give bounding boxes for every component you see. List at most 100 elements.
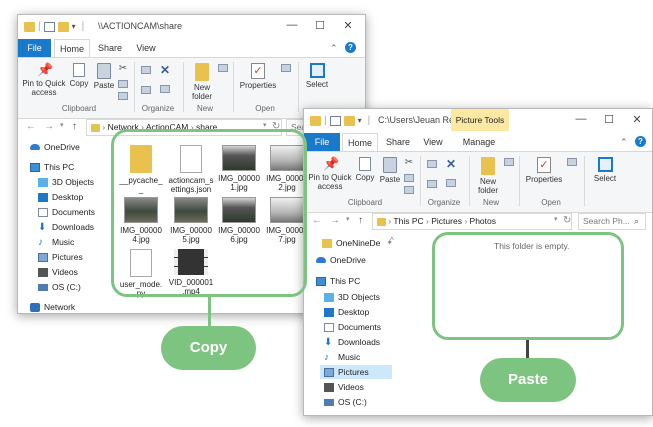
tab-manage[interactable]: Manage — [454, 133, 504, 151]
back-icon[interactable]: ← — [312, 215, 322, 226]
nav-videos[interactable]: Videos — [38, 265, 78, 279]
refresh-icon[interactable]: ↻ — [563, 215, 571, 226]
copy-path-button[interactable] — [117, 80, 129, 90]
address-dropdown-icon[interactable]: ▾ — [554, 215, 558, 223]
copy-button[interactable]: Copy — [354, 157, 376, 182]
delete-button[interactable]: ✕ — [158, 64, 172, 78]
close-button[interactable]: ✕ — [625, 113, 649, 126]
breadcrumb-this-pc[interactable]: This PC — [393, 216, 423, 226]
nav-os-c[interactable]: OS (C:) — [324, 395, 367, 409]
properties-button[interactable]: ✓ Properties — [524, 157, 564, 184]
nav-label: Pictures — [52, 252, 83, 262]
nav-pictures[interactable]: Pictures — [38, 250, 83, 264]
tab-file[interactable]: File — [304, 133, 340, 151]
search-icon[interactable]: ⌕ — [634, 216, 639, 227]
forward-icon[interactable]: → — [44, 121, 54, 132]
copy-to-button[interactable] — [139, 86, 153, 96]
close-button[interactable]: ✕ — [336, 19, 360, 32]
up-icon[interactable]: ↑ — [358, 215, 363, 226]
title-bar[interactable]: | ▾ | C:\Users\Jeuan Rees\... Picture To… — [304, 109, 652, 133]
open-button[interactable] — [566, 158, 578, 168]
nav-label: OS (C:) — [52, 282, 81, 292]
copy-path-icon — [404, 174, 414, 182]
nav-desktop[interactable]: Desktop — [38, 190, 83, 204]
tab-file[interactable]: File — [18, 39, 51, 57]
help-icon[interactable]: ? — [635, 136, 646, 147]
nav-this-pc[interactable]: This PC — [316, 274, 360, 288]
nav-onedrive[interactable]: OneDrive — [30, 140, 80, 154]
nav-onedrive[interactable]: OneDrive — [316, 253, 366, 267]
nav-documents[interactable]: Documents — [324, 320, 381, 334]
nav-pictures[interactable]: Pictures — [320, 365, 392, 379]
title-bar[interactable]: | ▾ | \\ACTIONCAM\share — ☐ ✕ — [18, 15, 365, 39]
new-item-button[interactable] — [503, 158, 515, 168]
breadcrumb-pictures[interactable]: Pictures — [431, 216, 462, 226]
recent-dropdown-icon[interactable]: ▾ — [60, 121, 64, 129]
address-dropdown-icon[interactable]: ▾ — [263, 121, 267, 129]
tab-share[interactable]: Share — [92, 39, 128, 57]
nav-network[interactable]: Network — [30, 300, 75, 313]
nav-downloads[interactable]: ⬇ Downloads — [38, 220, 94, 234]
rename-button[interactable] — [444, 179, 458, 189]
cut-button[interactable]: ✂ — [117, 64, 129, 75]
paste-button[interactable]: Paste — [92, 63, 116, 90]
nav-videos[interactable]: Videos — [324, 380, 364, 394]
paste-button[interactable]: Paste — [378, 157, 402, 184]
select-button[interactable]: Select — [591, 157, 619, 183]
copy-to-button[interactable] — [425, 180, 439, 190]
properties-qa-icon[interactable] — [43, 21, 55, 32]
select-button[interactable]: Select — [303, 63, 331, 89]
paste-label: Paste — [93, 81, 115, 90]
new-folder-qa-icon[interactable] — [343, 115, 355, 126]
minimize-button[interactable]: — — [280, 19, 304, 31]
open-button[interactable] — [280, 64, 292, 74]
up-icon[interactable]: ↑ — [72, 121, 77, 132]
tab-share[interactable]: Share — [380, 133, 416, 151]
nav-this-pc[interactable]: This PC — [30, 160, 74, 174]
nav-3d-objects[interactable]: 3D Objects — [324, 290, 380, 304]
nav-documents[interactable]: Documents — [38, 205, 95, 219]
nav-os-c[interactable]: OS (C:) — [38, 280, 81, 294]
nav-downloads[interactable]: ⬇ Downloads — [324, 335, 380, 349]
breadcrumb-photos[interactable]: Photos — [470, 216, 496, 226]
nav-3d-objects[interactable]: 3D Objects — [38, 175, 94, 189]
copy-path-button[interactable] — [403, 174, 415, 184]
new-item-button[interactable] — [217, 64, 229, 74]
cut-button[interactable]: ✂ — [403, 158, 415, 169]
help-icon[interactable]: ? — [345, 42, 356, 53]
nav-music[interactable]: ♪ Music — [38, 235, 74, 249]
tab-home[interactable]: Home — [54, 39, 90, 57]
maximize-button[interactable]: ☐ — [308, 19, 332, 32]
forward-icon[interactable]: → — [330, 215, 340, 226]
nav-music[interactable]: ♪ Music — [324, 350, 360, 364]
tab-view[interactable]: View — [416, 133, 450, 151]
rename-button[interactable] — [158, 85, 172, 95]
tab-home[interactable]: Home — [342, 133, 378, 151]
minimize-button[interactable]: — — [569, 113, 593, 125]
collapse-ribbon-icon[interactable]: ⌃ — [620, 137, 628, 148]
recent-dropdown-icon[interactable]: ▾ — [346, 215, 350, 223]
paste-shortcut-button[interactable] — [117, 92, 129, 102]
pin-to-quick-access-button[interactable]: 📌 Pin to Quick access — [22, 63, 66, 98]
maximize-button[interactable]: ☐ — [597, 113, 621, 126]
collapse-ribbon-icon[interactable]: ⌃ — [330, 43, 338, 54]
new-folder-button[interactable]: New folder — [474, 157, 502, 195]
properties-button[interactable]: ✓ Properties — [238, 63, 278, 90]
new-folder-label: New folder — [477, 177, 498, 195]
nav-onenine[interactable]: OneNineDe ✦ — [322, 236, 393, 250]
nav-desktop[interactable]: Desktop — [324, 305, 369, 319]
move-to-button[interactable] — [425, 160, 439, 170]
chevron-down-icon[interactable]: ▾ — [72, 22, 79, 32]
chevron-down-icon[interactable]: ▾ — [358, 116, 365, 126]
new-folder-qa-icon[interactable] — [57, 21, 69, 32]
delete-button[interactable]: ✕ — [444, 158, 458, 172]
address-box[interactable]: › This PC › Pictures › Photos — [372, 213, 572, 230]
move-to-button[interactable] — [139, 66, 153, 76]
tab-view[interactable]: View — [129, 39, 163, 57]
properties-qa-icon[interactable] — [329, 115, 341, 126]
back-icon[interactable]: ← — [26, 121, 36, 132]
pin-to-quick-access-button[interactable]: 📌 Pin to Quick access — [308, 157, 352, 192]
copy-button[interactable]: Copy — [68, 63, 90, 88]
new-folder-button[interactable]: New folder — [188, 63, 216, 101]
paste-shortcut-button[interactable] — [403, 186, 415, 196]
